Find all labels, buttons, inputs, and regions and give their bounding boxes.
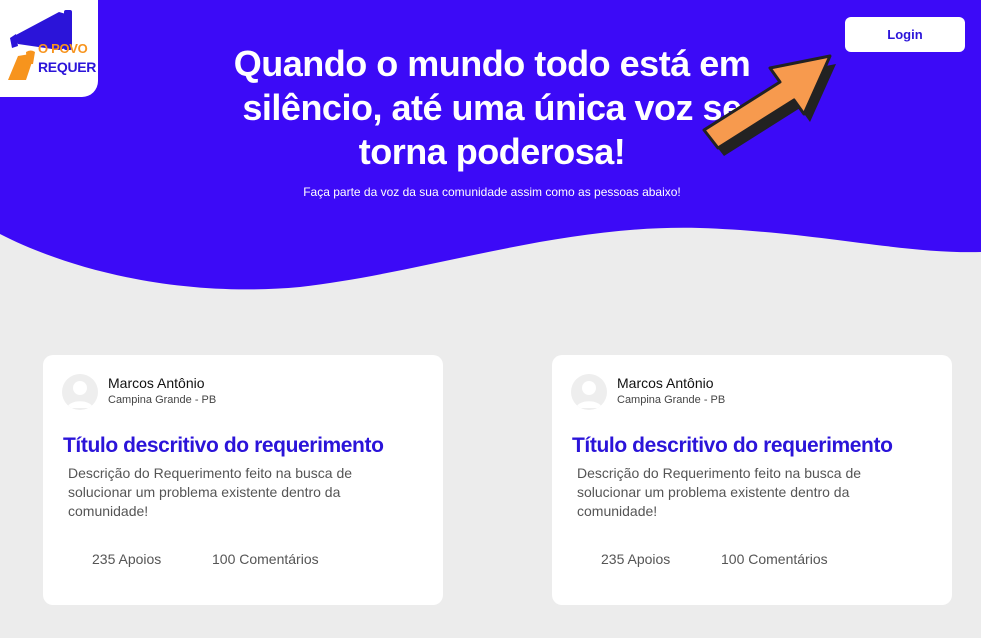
avatar [62, 374, 98, 410]
requirement-description: Descrição do Requerimento feito na busca… [577, 465, 862, 519]
user-avatar-icon [67, 381, 93, 408]
supports-count[interactable]: 235 Apoios [601, 551, 670, 567]
requirement-description: Descrição do Requerimento feito na busca… [68, 465, 353, 519]
requirement-card[interactable]: Marcos Antônio Campina Grande - PB Títul… [552, 355, 952, 605]
user-avatar-icon [576, 381, 602, 408]
arrow-pointing-login-icon [702, 54, 836, 156]
requirement-title[interactable]: Título descritivo do requerimento [572, 434, 893, 458]
logo-text-bottom: REQUER [38, 59, 97, 75]
logo[interactable]: O POVO REQUER [0, 0, 98, 97]
supports-count[interactable]: 235 Apoios [92, 551, 161, 567]
requirement-title[interactable]: Título descritivo do requerimento [63, 434, 384, 458]
author-name[interactable]: Marcos Antônio [617, 375, 714, 391]
author-location: Campina Grande - PB [108, 394, 217, 406]
logo-text-top: O POVO [38, 41, 88, 56]
author-location: Campina Grande - PB [617, 394, 726, 406]
hero-headline: Quando o mundo todo está em silêncio, at… [233, 43, 751, 172]
requirement-card[interactable]: Marcos Antônio Campina Grande - PB Títul… [43, 355, 443, 605]
login-button[interactable]: Login [845, 17, 965, 52]
comments-count[interactable]: 100 Comentários [721, 551, 828, 567]
avatar [571, 374, 607, 410]
hero-subline: Faça parte da voz da sua comunidade assi… [303, 185, 681, 199]
comments-count[interactable]: 100 Comentários [212, 551, 319, 567]
author-name[interactable]: Marcos Antônio [108, 375, 205, 391]
